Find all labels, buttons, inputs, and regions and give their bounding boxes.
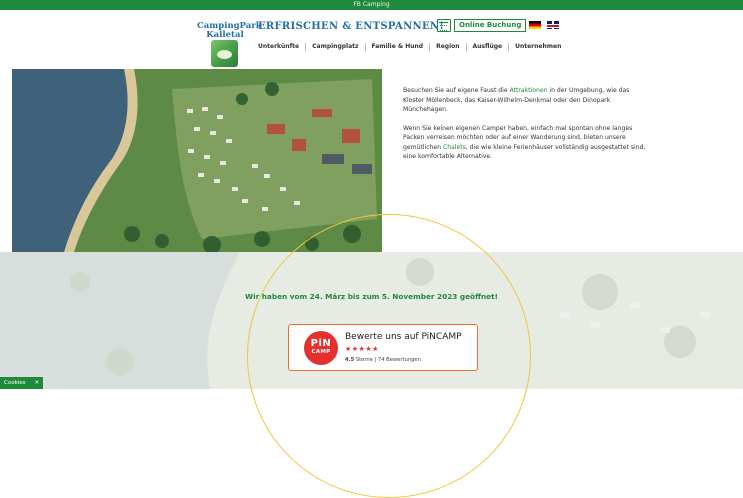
hero-paragraph-1: Besuchen Sie auf eigene Faust die Attrak… bbox=[403, 86, 646, 115]
main-nav: Unterkünfte Campingplatz Familie & Hund … bbox=[254, 43, 567, 51]
hero-paragraph-2: Wenn Sie keinen eigenen Camper haben, ei… bbox=[403, 124, 646, 162]
opening-dates-notice: Wir haben vom 24. März bis zum 5. Novemb… bbox=[245, 292, 498, 301]
hero-description: Besuchen Sie auf eigene Faust die Attrak… bbox=[403, 86, 646, 171]
pincamp-logo-top: PiN bbox=[310, 338, 332, 349]
nav-item-region[interactable]: Region bbox=[429, 43, 465, 51]
pincamp-rating-value: 4.5 bbox=[345, 357, 355, 363]
nav-item-campingplatz[interactable]: Campingplatz bbox=[305, 43, 364, 51]
calendar-icon[interactable] bbox=[437, 19, 451, 32]
attraktionen-link[interactable]: Attraktionen bbox=[510, 87, 548, 94]
cookies-button[interactable]: Cookies ✕ bbox=[0, 377, 44, 389]
top-bar: FB Camping bbox=[0, 0, 743, 10]
logo[interactable]: CampingPark Kalletal bbox=[197, 22, 262, 40]
chalets-link[interactable]: Chalets bbox=[443, 144, 466, 151]
top-bar-label: FB Camping bbox=[353, 1, 390, 8]
logo-line2: Kalletal bbox=[206, 30, 244, 40]
hero-text-1a: Besuchen Sie auf eigene Faust die bbox=[403, 87, 510, 94]
pincamp-logo-bottom: CAMP bbox=[311, 349, 331, 355]
nav-item-unternehmen[interactable]: Unternehmen bbox=[508, 43, 567, 51]
pincamp-rating-count: Sterne | 74 Bewertungen bbox=[354, 357, 421, 363]
german-flag-icon[interactable] bbox=[529, 21, 541, 29]
campsite-aerial-photo bbox=[12, 69, 382, 252]
logo-image[interactable] bbox=[211, 40, 238, 67]
cookies-label: Cookies bbox=[4, 380, 26, 386]
tagline: ERFRISCHEN & ENTSPANNEN! bbox=[258, 21, 445, 32]
star-rating-icon: ★★★★★ bbox=[345, 345, 379, 353]
uk-flag-icon[interactable] bbox=[547, 21, 559, 29]
pincamp-rating-text: 4.5 Sterne | 74 Bewertungen bbox=[345, 357, 421, 363]
nav-item-ausfluege[interactable]: Ausflüge bbox=[465, 43, 509, 51]
pincamp-title: Bewerte uns auf PiNCAMP bbox=[345, 332, 462, 342]
pincamp-rating-widget[interactable]: PiN CAMP Bewerte uns auf PiNCAMP ★★★★★ 4… bbox=[288, 324, 478, 371]
nav-item-unterkuenfte[interactable]: Unterkünfte bbox=[254, 43, 305, 51]
close-icon[interactable]: ✕ bbox=[35, 380, 40, 386]
nav-item-familie-hund[interactable]: Familie & Hund bbox=[364, 43, 430, 51]
pincamp-logo: PiN CAMP bbox=[304, 331, 338, 365]
online-booking-button[interactable]: Online Buchung bbox=[454, 19, 527, 32]
header: CampingPark Kalletal ERFRISCHEN & ENTSPA… bbox=[0, 10, 743, 68]
